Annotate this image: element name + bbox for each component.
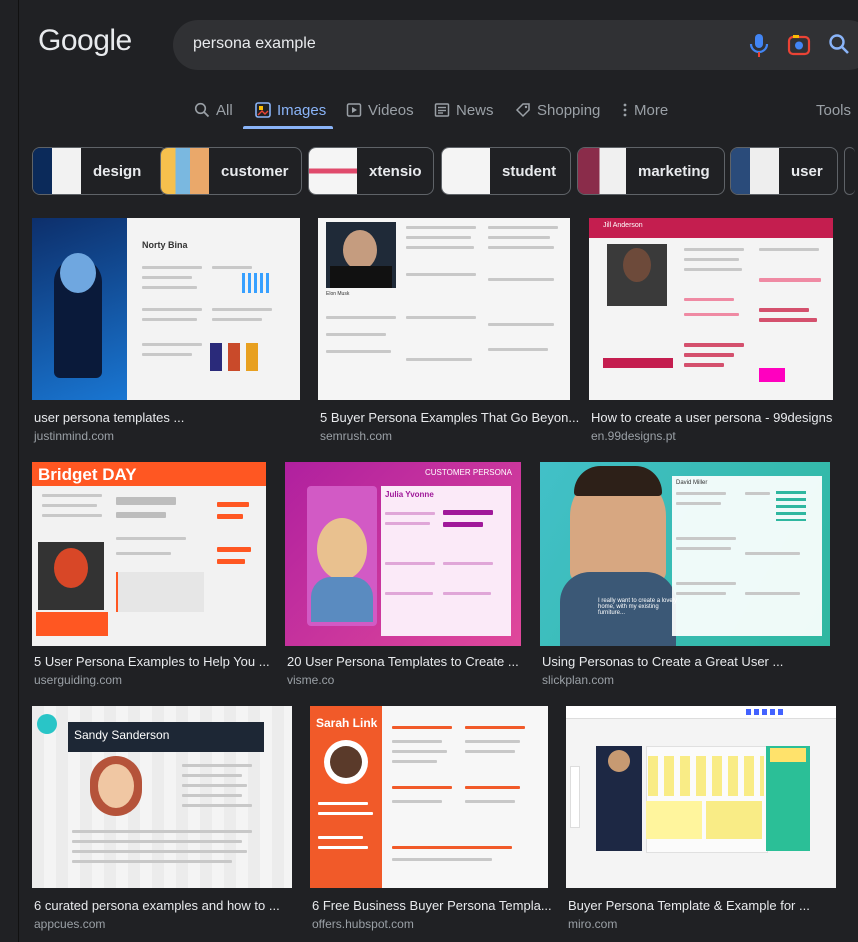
tab-tools[interactable]: Tools	[816, 99, 851, 121]
result-card[interactable]: Sandy Sanderson 6 curated persona exampl…	[32, 706, 294, 936]
chip-design[interactable]: design	[32, 147, 168, 195]
active-tab-indicator	[243, 126, 333, 129]
result-source[interactable]: offers.hubspot.com	[312, 917, 414, 931]
result-title[interactable]: 6 Free Business Buyer Persona Templa...	[312, 898, 552, 913]
result-source[interactable]: semrush.com	[320, 429, 392, 443]
chip-user[interactable]: user	[730, 147, 838, 195]
persona-name: Sarah Link	[316, 716, 378, 730]
result-image[interactable]: Sarah Link	[310, 706, 548, 888]
chip-label: user	[791, 162, 823, 180]
persona-name: Jill Anderson	[603, 222, 643, 229]
play-icon	[346, 103, 362, 117]
chip-thumbnail	[578, 148, 626, 194]
result-card[interactable]: Bridget DAY 5 User Persona Examples to H…	[32, 462, 270, 690]
result-image[interactable]	[566, 706, 836, 888]
tab-news[interactable]: News	[434, 99, 494, 121]
persona-name: Bridget DAY	[38, 465, 137, 484]
result-card[interactable]: CUSTOMER PERSONA Julia Yvonne 20 User Pe…	[285, 462, 523, 690]
result-source[interactable]: appcues.com	[34, 917, 105, 931]
result-image[interactable]: Norty Bina	[32, 218, 300, 400]
chip-thumbnail	[33, 148, 81, 194]
search-bar[interactable]: persona example	[173, 20, 858, 70]
search-icon	[194, 102, 210, 118]
chip-thumbnail	[161, 148, 209, 194]
tab-images-label: Images	[277, 101, 327, 119]
tab-all[interactable]: All	[194, 99, 233, 121]
result-title[interactable]: How to create a user persona - 99designs	[591, 410, 832, 425]
result-image[interactable]: Bridget DAY	[32, 462, 266, 646]
persona-name: David Miller	[676, 480, 708, 486]
search-input[interactable]: persona example	[193, 35, 316, 53]
news-icon	[434, 103, 450, 117]
more-vert-icon	[623, 103, 627, 117]
result-image[interactable]: Sandy Sanderson	[32, 706, 292, 888]
tab-all-label: All	[216, 101, 233, 119]
chip-label: student	[502, 162, 557, 180]
tab-videos[interactable]: Videos	[346, 99, 414, 121]
tab-shopping[interactable]: Shopping	[515, 99, 600, 121]
result-image[interactable]: Jill Anderson	[589, 218, 833, 400]
result-title[interactable]: user persona templates ...	[34, 410, 184, 425]
chip-label: xtensio	[369, 162, 422, 180]
result-source[interactable]: userguiding.com	[34, 673, 122, 687]
microphone-icon[interactable]	[747, 32, 771, 58]
chip-customer[interactable]: customer	[160, 147, 302, 195]
chip-xtensio[interactable]: xtensio	[308, 147, 434, 195]
chip-marketing[interactable]: marketing	[577, 147, 725, 195]
result-card[interactable]: Norty Bina user persona templates ... ju…	[32, 218, 300, 443]
result-title[interactable]: Buyer Persona Template & Example for ...	[568, 898, 810, 913]
chip-label: design	[93, 162, 142, 180]
chip-label: marketing	[638, 162, 710, 180]
result-source[interactable]: justinmind.com	[34, 429, 114, 443]
result-image[interactable]: I really want to create a lovely home, w…	[540, 462, 830, 646]
related-chips: design customer xtensio student marketin…	[18, 145, 855, 195]
search-icon[interactable]	[828, 33, 850, 55]
persona-name: Julia Yvonne	[385, 490, 434, 499]
header: Google persona example	[18, 0, 858, 90]
result-title[interactable]: 20 User Persona Templates to Create ...	[287, 654, 519, 669]
tab-tools-label: Tools	[816, 101, 852, 119]
image-icon	[255, 102, 271, 118]
result-title[interactable]: Using Personas to Create a Great User ..…	[542, 654, 783, 669]
chip-thumbnail	[309, 148, 357, 194]
result-source[interactable]: slickplan.com	[542, 673, 614, 687]
tab-more-label: More	[634, 101, 669, 119]
persona-name: Sandy Sanderson	[74, 728, 170, 742]
result-source[interactable]: miro.com	[568, 917, 617, 931]
result-title[interactable]: 5 User Persona Examples to Help You ...	[34, 654, 270, 669]
result-source[interactable]: visme.co	[287, 673, 334, 687]
tab-shopping-label: Shopping	[537, 101, 601, 119]
result-image[interactable]: CUSTOMER PERSONA Julia Yvonne	[285, 462, 521, 646]
result-image[interactable]: Elon Musk	[318, 218, 570, 400]
chip-thumbnail	[731, 148, 779, 194]
persona-name: Norty Bina	[142, 240, 188, 250]
persona-header: CUSTOMER PERSONA	[425, 468, 512, 477]
search-tabs: All Images Videos News Shopping More Too…	[18, 90, 852, 134]
chip-thumbnail	[442, 148, 490, 194]
result-card[interactable]: Sarah Link 6 Free Business Buyer Persona…	[310, 706, 552, 936]
result-card[interactable]: Buyer Persona Template & Example for ...…	[566, 706, 838, 936]
google-logo[interactable]: Google	[38, 24, 132, 58]
tab-videos-label: Videos	[368, 101, 414, 119]
result-card[interactable]: Jill Anderson How to create a user perso…	[589, 218, 837, 443]
tag-icon	[515, 103, 530, 118]
result-card[interactable]: Elon Musk 5 Buyer Persona Examples That …	[318, 218, 579, 443]
chip-overflow[interactable]	[844, 147, 855, 195]
result-title[interactable]: 6 curated persona examples and how to ..…	[34, 898, 280, 913]
tab-more[interactable]: More	[622, 99, 668, 121]
result-title[interactable]: 5 Buyer Persona Examples That Go Beyon..…	[320, 410, 579, 425]
chip-student[interactable]: student	[441, 147, 571, 195]
persona-name: Elon Musk	[326, 291, 350, 297]
tab-images[interactable]: Images	[255, 99, 326, 121]
chip-label: customer	[221, 162, 289, 180]
tab-news-label: News	[456, 101, 494, 119]
camera-lens-icon[interactable]	[787, 33, 811, 57]
result-card[interactable]: I really want to create a lovely home, w…	[540, 462, 832, 690]
result-source[interactable]: en.99designs.pt	[591, 429, 676, 443]
